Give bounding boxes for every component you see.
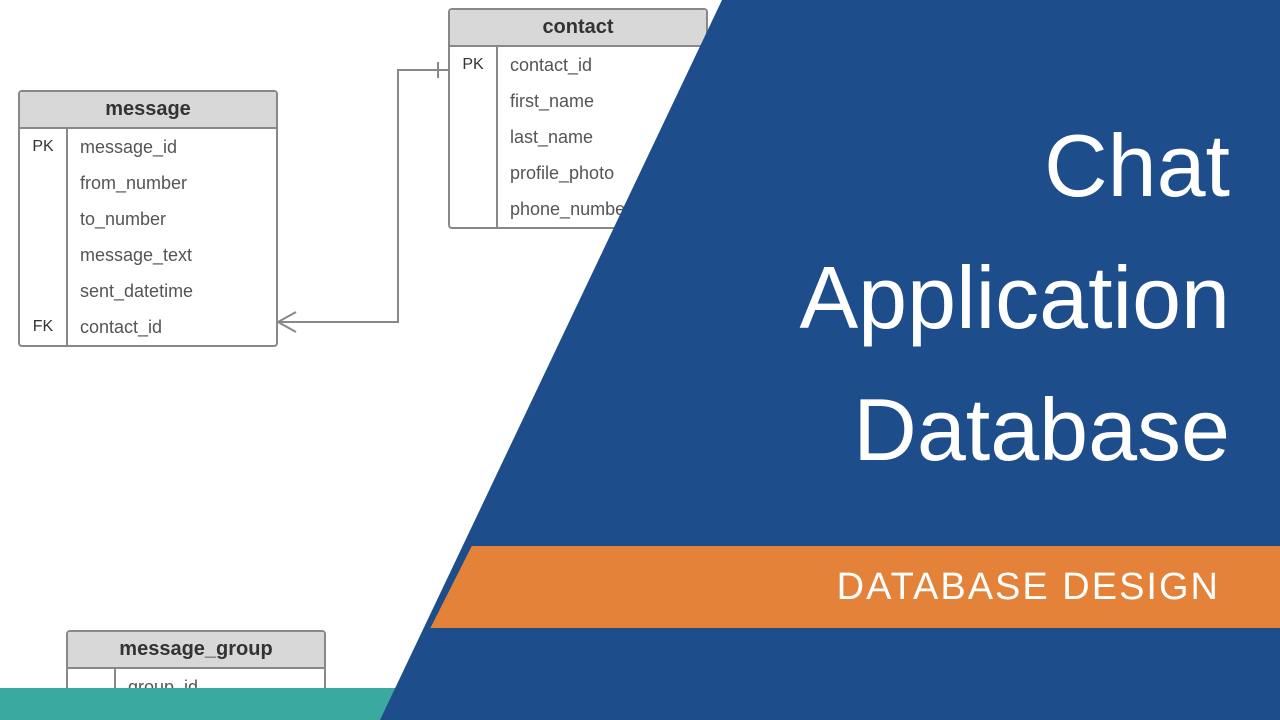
field-cell: sent_datetime (68, 273, 276, 309)
key-cell (450, 83, 496, 119)
entity-message-key-col: PK FK (20, 129, 68, 345)
entity-contact-header: contact (450, 10, 706, 47)
title-line-2: Application (799, 232, 1230, 364)
field-cell: contact_id (498, 47, 706, 83)
key-cell (450, 119, 496, 155)
title-line-3: Database (799, 364, 1230, 496)
title-line-1: Chat (799, 100, 1230, 232)
field-cell: contact_id (68, 309, 276, 345)
field-cell: message_id (68, 129, 276, 165)
key-cell (20, 237, 66, 273)
entity-message-field-col: message_id from_number to_number message… (68, 129, 276, 345)
entity-contact-key-col: PK (450, 47, 498, 227)
key-cell (20, 165, 66, 201)
entity-message-header: message (20, 92, 276, 129)
main-title: Chat Application Database (799, 100, 1230, 496)
entity-message-body: PK FK message_id from_number to_number m… (20, 129, 276, 345)
key-cell (450, 191, 496, 227)
key-cell (450, 155, 496, 191)
key-cell: PK (450, 47, 496, 83)
entity-message-group-header: message_group (68, 632, 324, 669)
key-cell: FK (20, 309, 66, 345)
subtitle-text: DATABASE DESIGN (837, 566, 1220, 609)
field-cell: to_number (68, 201, 276, 237)
key-cell (20, 273, 66, 309)
orange-subtitle-band: DATABASE DESIGN (380, 546, 1280, 628)
field-cell: message_text (68, 237, 276, 273)
key-cell: PK (20, 129, 66, 165)
key-cell (20, 201, 66, 237)
relationship-connector (278, 60, 450, 340)
entity-message: message PK FK message_id from_number to_… (18, 90, 278, 347)
field-cell: from_number (68, 165, 276, 201)
